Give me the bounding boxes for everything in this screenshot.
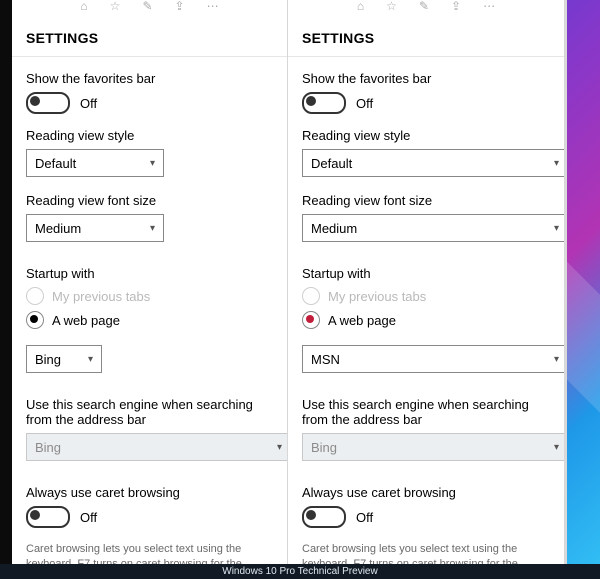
reading-style-select[interactable]: Default ▾ — [26, 149, 164, 177]
startup-page-select[interactable]: MSN ▾ — [302, 345, 565, 373]
settings-panel-right: ⌂ ☆ ✎ ⇪ ⋯ SETTINGS Show the favorites ba… — [288, 0, 565, 564]
settings-heading: SETTINGS — [302, 30, 550, 46]
search-engine-value: Bing — [35, 440, 61, 455]
startup-page-select[interactable]: Bing ▾ — [26, 345, 102, 373]
reading-style-select[interactable]: Default ▾ — [302, 149, 565, 177]
chevron-down-icon: ▾ — [554, 354, 559, 365]
reading-style-label: Reading view style — [26, 128, 273, 143]
favorites-bar-state: Off — [80, 96, 97, 111]
favorites-bar-state: Off — [356, 96, 373, 111]
caret-browsing-toggle[interactable] — [302, 506, 346, 528]
favorites-bar-toggle[interactable] — [26, 92, 70, 114]
search-engine-value: Bing — [311, 440, 337, 455]
startup-webpage[interactable]: A web page — [26, 311, 273, 329]
taskbar[interactable]: Windows 10 Pro Technical Preview — [0, 564, 600, 579]
startup-previous-tabs: My previous tabs — [302, 287, 550, 305]
chevron-down-icon: ▾ — [150, 223, 155, 234]
startup-previous-tabs: My previous tabs — [26, 287, 273, 305]
note-icon[interactable]: ✎ — [419, 0, 429, 12]
chevron-down-icon: ▾ — [554, 442, 559, 453]
startup-label: Startup with — [302, 266, 550, 281]
startup-webpage[interactable]: A web page — [302, 311, 550, 329]
startup-option-label: A web page — [328, 313, 396, 328]
settings-heading: SETTINGS — [26, 30, 273, 46]
favorites-bar-label: Show the favorites bar — [26, 71, 273, 86]
radio-icon — [26, 287, 44, 305]
reading-style-value: Default — [311, 156, 352, 171]
reading-font-label: Reading view font size — [302, 193, 550, 208]
chevron-down-icon: ▾ — [554, 223, 559, 234]
chevron-down-icon: ▾ — [277, 442, 282, 453]
chevron-down-icon: ▾ — [150, 158, 155, 169]
caret-browsing-state: Off — [356, 510, 373, 525]
radio-selected-icon — [302, 311, 320, 329]
star-icon[interactable]: ☆ — [110, 0, 121, 12]
startup-option-label: My previous tabs — [52, 289, 150, 304]
startup-page-value: MSN — [311, 352, 340, 367]
divider — [12, 56, 287, 57]
star-icon[interactable]: ☆ — [386, 0, 397, 12]
share-icon[interactable]: ⇪ — [451, 0, 461, 12]
caret-browsing-label: Always use caret browsing — [26, 485, 273, 500]
caret-browsing-state: Off — [80, 510, 97, 525]
reading-font-label: Reading view font size — [26, 193, 273, 208]
reading-font-select[interactable]: Medium ▾ — [302, 214, 565, 242]
reading-style-value: Default — [35, 156, 76, 171]
search-engine-label: Use this search engine when searching fr… — [26, 397, 273, 427]
favorites-bar-label: Show the favorites bar — [302, 71, 550, 86]
more-icon[interactable]: ⋯ — [483, 0, 495, 12]
search-engine-select: Bing ▾ — [302, 433, 565, 461]
reading-font-select[interactable]: Medium ▾ — [26, 214, 164, 242]
reading-style-label: Reading view style — [302, 128, 550, 143]
search-engine-label: Use this search engine when searching fr… — [302, 397, 550, 427]
startup-option-label: My previous tabs — [328, 289, 426, 304]
caret-browsing-description: Caret browsing lets you select text usin… — [302, 542, 550, 564]
caret-browsing-label: Always use caret browsing — [302, 485, 550, 500]
caret-browsing-description: Caret browsing lets you select text usin… — [26, 542, 273, 564]
settings-panel-left: ⌂ ☆ ✎ ⇪ ⋯ SETTINGS Show the favorites ba… — [12, 0, 288, 564]
reading-font-value: Medium — [311, 221, 357, 236]
share-icon[interactable]: ⇪ — [175, 0, 185, 12]
caret-browsing-toggle[interactable] — [26, 506, 70, 528]
startup-label: Startup with — [26, 266, 273, 281]
chevron-down-icon: ▾ — [554, 158, 559, 169]
taskbar-watermark: Windows 10 Pro Technical Preview — [222, 566, 377, 577]
radio-icon — [302, 287, 320, 305]
search-engine-select: Bing ▾ — [26, 433, 288, 461]
note-icon[interactable]: ✎ — [142, 0, 152, 12]
radio-selected-icon — [26, 311, 44, 329]
chevron-down-icon: ▾ — [88, 354, 93, 365]
home-icon[interactable]: ⌂ — [357, 0, 364, 12]
favorites-bar-toggle[interactable] — [302, 92, 346, 114]
toolbar-icon-row: ⌂ ☆ ✎ ⇪ ⋯ — [288, 0, 564, 16]
divider — [288, 56, 564, 57]
more-icon[interactable]: ⋯ — [207, 0, 219, 12]
toolbar-icon-row: ⌂ ☆ ✎ ⇪ ⋯ — [12, 0, 287, 16]
reading-font-value: Medium — [35, 221, 81, 236]
startup-option-label: A web page — [52, 313, 120, 328]
home-icon[interactable]: ⌂ — [80, 0, 87, 12]
startup-page-value: Bing — [35, 352, 61, 367]
